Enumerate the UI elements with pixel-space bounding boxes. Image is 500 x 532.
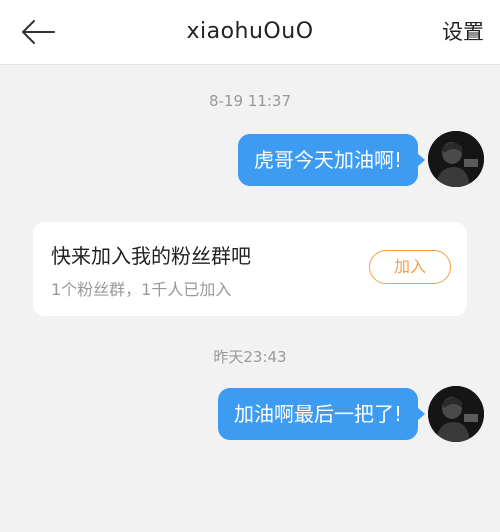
top-navigation-bar: xiaohuOuO 设置 [0, 0, 500, 65]
message-timestamp: 8-19 11:37 [208, 92, 292, 110]
settings-button[interactable]: 设置 [442, 0, 484, 64]
sent-message-bubble[interactable]: 虎哥今天加油啊! [237, 134, 426, 186]
sent-message-bubble[interactable]: 加油啊最后一把了! [217, 388, 426, 440]
message-timestamp: 昨天23:43 [213, 348, 287, 366]
avatar-image [428, 131, 484, 187]
fan-group-title: 快来加入我的粉丝群吧 [51, 244, 251, 268]
conversation-title: xiaohuOuO [186, 19, 314, 44]
avatar[interactable] [428, 386, 484, 442]
fan-group-card[interactable]: 快来加入我的粉丝群吧 1个粉丝群，1千人已加入 加入 [33, 222, 467, 316]
fan-group-subtitle: 1个粉丝群，1千人已加入 [51, 280, 232, 299]
avatar-image [428, 386, 484, 442]
avatar[interactable] [428, 131, 484, 187]
join-group-button[interactable]: 加入 [369, 250, 451, 284]
